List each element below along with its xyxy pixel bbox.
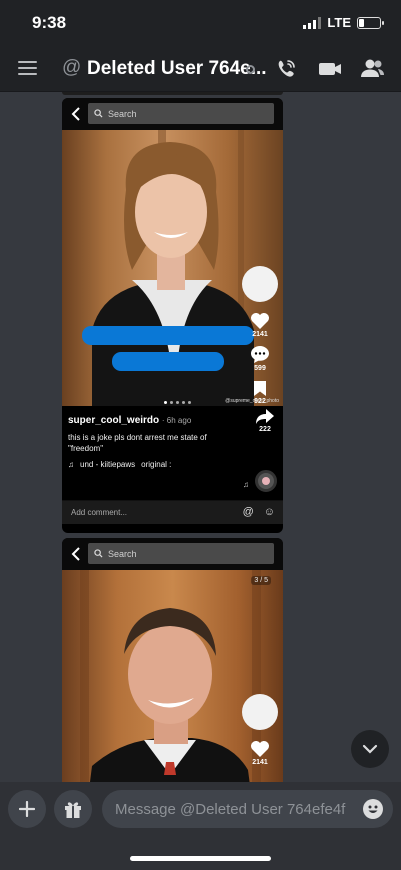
music-title: und - kiitiepaws [80, 460, 136, 469]
bookmark-icon[interactable] [253, 380, 267, 397]
like-count: 2141 [252, 759, 268, 766]
home-indicator [130, 856, 271, 861]
share-action[interactable]: 222 [255, 408, 275, 433]
comment-placeholder: Add comment... [71, 508, 128, 517]
embed-top-bar: Search [62, 98, 283, 130]
emoji-picker-icon[interactable] [363, 799, 383, 819]
post-photo: 3 / 5 2141 [62, 570, 283, 782]
creator-avatar[interactable] [242, 266, 278, 302]
mention-icon[interactable]: @ [243, 506, 254, 518]
tiktok-embed-1[interactable]: Search 2141 599 922 @supreme_court_photo… [62, 98, 283, 533]
carousel-dots [164, 401, 191, 404]
heart-icon[interactable] [250, 740, 270, 758]
redaction-mark [112, 352, 224, 371]
tiktok-embed-2[interactable]: Search 3 / 5 2141 [62, 538, 283, 782]
search-icon [94, 549, 103, 558]
share-icon[interactable] [255, 408, 275, 425]
action-rail: 2141 599 922 [242, 266, 278, 405]
post-author[interactable]: super_cool_weirdo · 6h ago [68, 415, 277, 426]
heart-icon[interactable] [250, 312, 270, 330]
post-caption: this is a joke pls dont arrest me state … [68, 433, 207, 453]
post-time: · 6h ago [161, 416, 192, 425]
search-input[interactable]: Search [88, 103, 274, 124]
action-rail: 2141 [242, 694, 278, 766]
scroll-to-bottom-button[interactable] [351, 730, 389, 768]
post-info: super_cool_weirdo · 6h ago this is a jok… [62, 406, 283, 500]
search-input[interactable]: Search [88, 543, 274, 564]
back-arrow-icon[interactable] [71, 107, 81, 121]
message-input[interactable]: Message @Deleted User 764efe4f [102, 790, 393, 828]
battery-icon [357, 16, 384, 29]
music-note-icon: ♫ [68, 460, 74, 469]
message-placeholder: Message @Deleted User 764efe4f [115, 800, 346, 818]
members-icon[interactable] [358, 55, 386, 83]
author-name[interactable]: super_cool_weirdo [68, 415, 159, 426]
music-original: original : [141, 460, 172, 469]
status-bar: 9:38 LTE [0, 0, 401, 46]
search-placeholder: Search [108, 548, 137, 559]
at-icon: @ [62, 57, 82, 78]
search-placeholder: Search [108, 108, 137, 119]
attach-button[interactable] [8, 790, 46, 828]
channel-title[interactable]: Deleted User 764e... [87, 58, 267, 80]
comment-count: 599 [254, 365, 266, 372]
emoji-icon[interactable]: ☺ [264, 506, 275, 518]
battery-level [359, 18, 364, 27]
post-photo: 2141 599 922 @supreme_court_photo [62, 130, 283, 406]
share-count: 222 [259, 426, 271, 433]
message-list[interactable]: Search 2141 599 922 @supreme_court_photo… [0, 92, 401, 782]
music-row[interactable]: ♫ und - kiitiepaws original : [68, 460, 277, 469]
menu-icon[interactable] [18, 61, 37, 75]
sound-disc-icon[interactable] [255, 470, 277, 492]
offline-status-icon [246, 65, 255, 74]
creator-avatar[interactable] [242, 694, 278, 730]
message-composer: Message @Deleted User 764efe4f [0, 782, 401, 870]
gift-icon [65, 801, 81, 818]
video-icon[interactable] [316, 55, 344, 83]
watermark: @supreme_court_photo [225, 398, 279, 404]
plus-icon [19, 801, 35, 817]
comment-tools: @ ☺ [243, 506, 275, 518]
network-label: LTE [327, 15, 351, 30]
previous-embed-edge [62, 92, 283, 95]
status-indicators: LTE [303, 15, 384, 30]
signal-icon [303, 16, 322, 29]
image-counter: 3 / 5 [251, 576, 271, 585]
embed-top-bar: Search [62, 538, 283, 570]
search-icon [94, 109, 103, 118]
back-arrow-icon[interactable] [71, 547, 81, 561]
call-icon[interactable] [272, 55, 300, 83]
chevron-down-icon [362, 744, 378, 754]
redaction-mark [82, 326, 254, 345]
comment-icon[interactable] [250, 345, 270, 364]
gift-button[interactable] [54, 790, 92, 828]
like-count: 2141 [252, 331, 268, 338]
comment-input[interactable]: Add comment... @ ☺ [62, 500, 283, 524]
channel-header: @ Deleted User 764e... [0, 46, 401, 92]
sound-note-icon: ♫ [243, 480, 249, 489]
status-time: 9:38 [32, 13, 67, 32]
